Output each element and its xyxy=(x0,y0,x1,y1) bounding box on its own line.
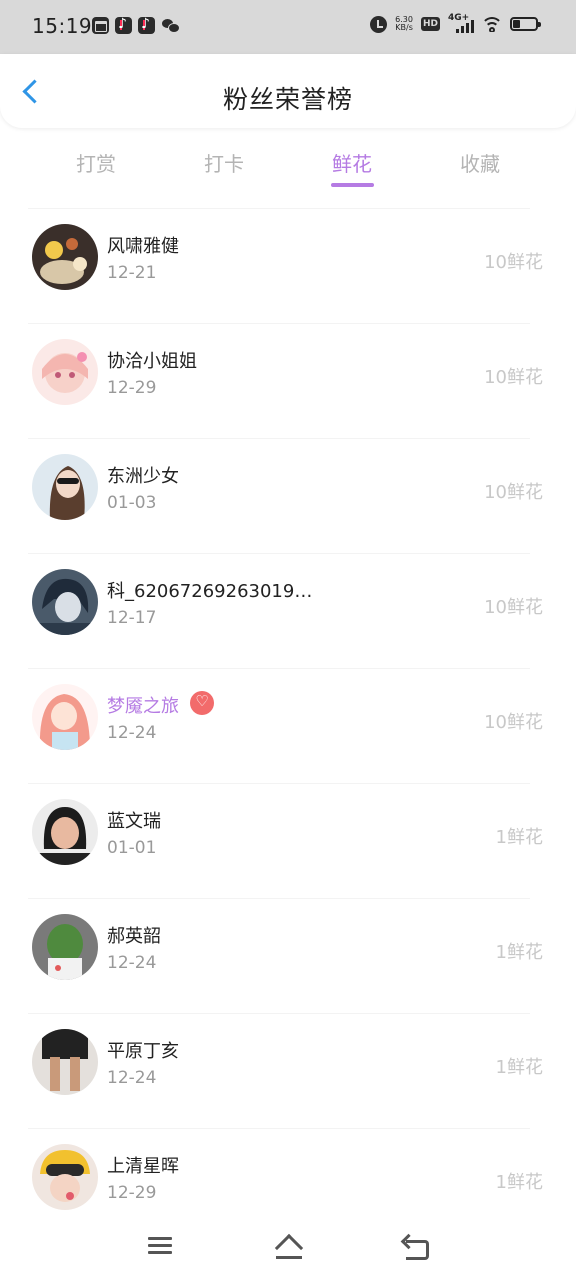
fan-date: 12-24 xyxy=(107,953,157,973)
fan-name: 梦魇之旅 xyxy=(107,696,179,717)
avatar[interactable] xyxy=(32,684,98,750)
list-item[interactable]: 梦魇之旅 12-24 10鲜花 xyxy=(0,668,576,783)
avatar[interactable] xyxy=(32,1144,98,1210)
list-item[interactable]: 协洽小姐姐 12-29 10鲜花 xyxy=(0,323,576,438)
list-item[interactable]: 郝英韶 12-24 1鲜花 xyxy=(0,898,576,1013)
status-time: 15:19 xyxy=(32,14,93,38)
list-item[interactable]: 科_62067269263019… 12-17 10鲜花 xyxy=(0,553,576,668)
tiktok-icon xyxy=(115,16,132,34)
hd-badge: HD xyxy=(420,17,440,31)
fan-name: 平原丁亥 xyxy=(107,1041,179,1062)
fan-name: 科_62067269263019… xyxy=(107,581,313,602)
alarm-icon xyxy=(370,15,388,33)
flower-count: 1鲜花 xyxy=(495,827,543,848)
fan-date: 01-01 xyxy=(107,838,157,858)
flower-count: 10鲜花 xyxy=(484,252,543,273)
fan-name: 上清星晖 xyxy=(107,1156,179,1177)
header: 粉丝荣誉榜 xyxy=(0,54,576,128)
fan-list: 风啸雅健 12-21 10鲜花 协洽小姐姐 12-29 10鲜花 东洲少女 01… xyxy=(0,208,576,1243)
fan-date: 12-29 xyxy=(107,378,157,398)
tab-bar: 打赏 打卡 鲜花 收藏 xyxy=(0,128,576,208)
wechat-icon xyxy=(161,17,180,34)
status-bar: 15:19 6.30 KB/s HD 4G+ xyxy=(0,0,576,54)
tab-favorites[interactable]: 收藏 xyxy=(420,148,540,177)
wifi-icon xyxy=(482,16,502,32)
fan-date: 12-21 xyxy=(107,263,157,283)
avatar[interactable] xyxy=(32,914,98,980)
flower-count: 1鲜花 xyxy=(495,942,543,963)
fan-date: 12-29 xyxy=(107,1183,157,1203)
tab-reward[interactable]: 打赏 xyxy=(36,148,156,177)
back-icon[interactable] xyxy=(400,1231,434,1261)
tab-active-indicator xyxy=(331,183,374,187)
fan-date: 12-17 xyxy=(107,608,157,628)
list-item[interactable]: 风啸雅健 12-21 10鲜花 xyxy=(0,208,576,323)
signal-icon: 4G+ xyxy=(448,13,474,33)
fan-name: 协洽小姐姐 xyxy=(107,351,197,372)
avatar[interactable] xyxy=(32,569,98,635)
avatar[interactable] xyxy=(32,454,98,520)
vip-diamond-icon xyxy=(190,691,214,715)
mail-icon xyxy=(92,17,109,34)
fan-name: 风啸雅健 xyxy=(107,236,179,257)
network-speed-unit: KB/s xyxy=(395,23,413,32)
fan-date: 01-03 xyxy=(107,493,157,513)
system-navigation-bar xyxy=(0,1213,576,1280)
tab-checkin[interactable]: 打卡 xyxy=(164,148,284,177)
avatar[interactable] xyxy=(32,799,98,865)
notification-icons xyxy=(92,16,180,34)
fan-name: 东洲少女 xyxy=(107,466,179,487)
avatar[interactable] xyxy=(32,224,98,290)
flower-count: 10鲜花 xyxy=(484,367,543,388)
list-item[interactable]: 蓝文瑞 01-01 1鲜花 xyxy=(0,783,576,898)
home-icon[interactable] xyxy=(271,1231,305,1261)
avatar[interactable] xyxy=(32,339,98,405)
flower-count: 10鲜花 xyxy=(484,482,543,503)
tiktok-icon xyxy=(138,16,155,34)
status-indicators: 6.30 KB/s HD 4G+ xyxy=(370,13,541,33)
menu-icon[interactable] xyxy=(143,1231,177,1261)
flower-count: 1鲜花 xyxy=(495,1057,543,1078)
page-title: 粉丝荣誉榜 xyxy=(222,85,353,114)
fan-date: 12-24 xyxy=(107,1068,157,1088)
signal-bars xyxy=(456,20,474,33)
fan-name: 郝英韶 xyxy=(107,926,161,947)
fan-date: 12-24 xyxy=(107,723,157,743)
battery-icon xyxy=(510,17,541,31)
avatar[interactable] xyxy=(32,1029,98,1095)
flower-count: 10鲜花 xyxy=(484,597,543,618)
list-item[interactable]: 平原丁亥 12-24 1鲜花 xyxy=(0,1013,576,1128)
list-item[interactable]: 东洲少女 01-03 10鲜花 xyxy=(0,438,576,553)
fan-name: 蓝文瑞 xyxy=(107,811,161,832)
flower-count: 10鲜花 xyxy=(484,712,543,733)
flower-count: 1鲜花 xyxy=(495,1172,543,1193)
tab-flowers[interactable]: 鲜花 xyxy=(292,148,412,177)
network-speed: 6.30 KB/s xyxy=(395,16,413,32)
